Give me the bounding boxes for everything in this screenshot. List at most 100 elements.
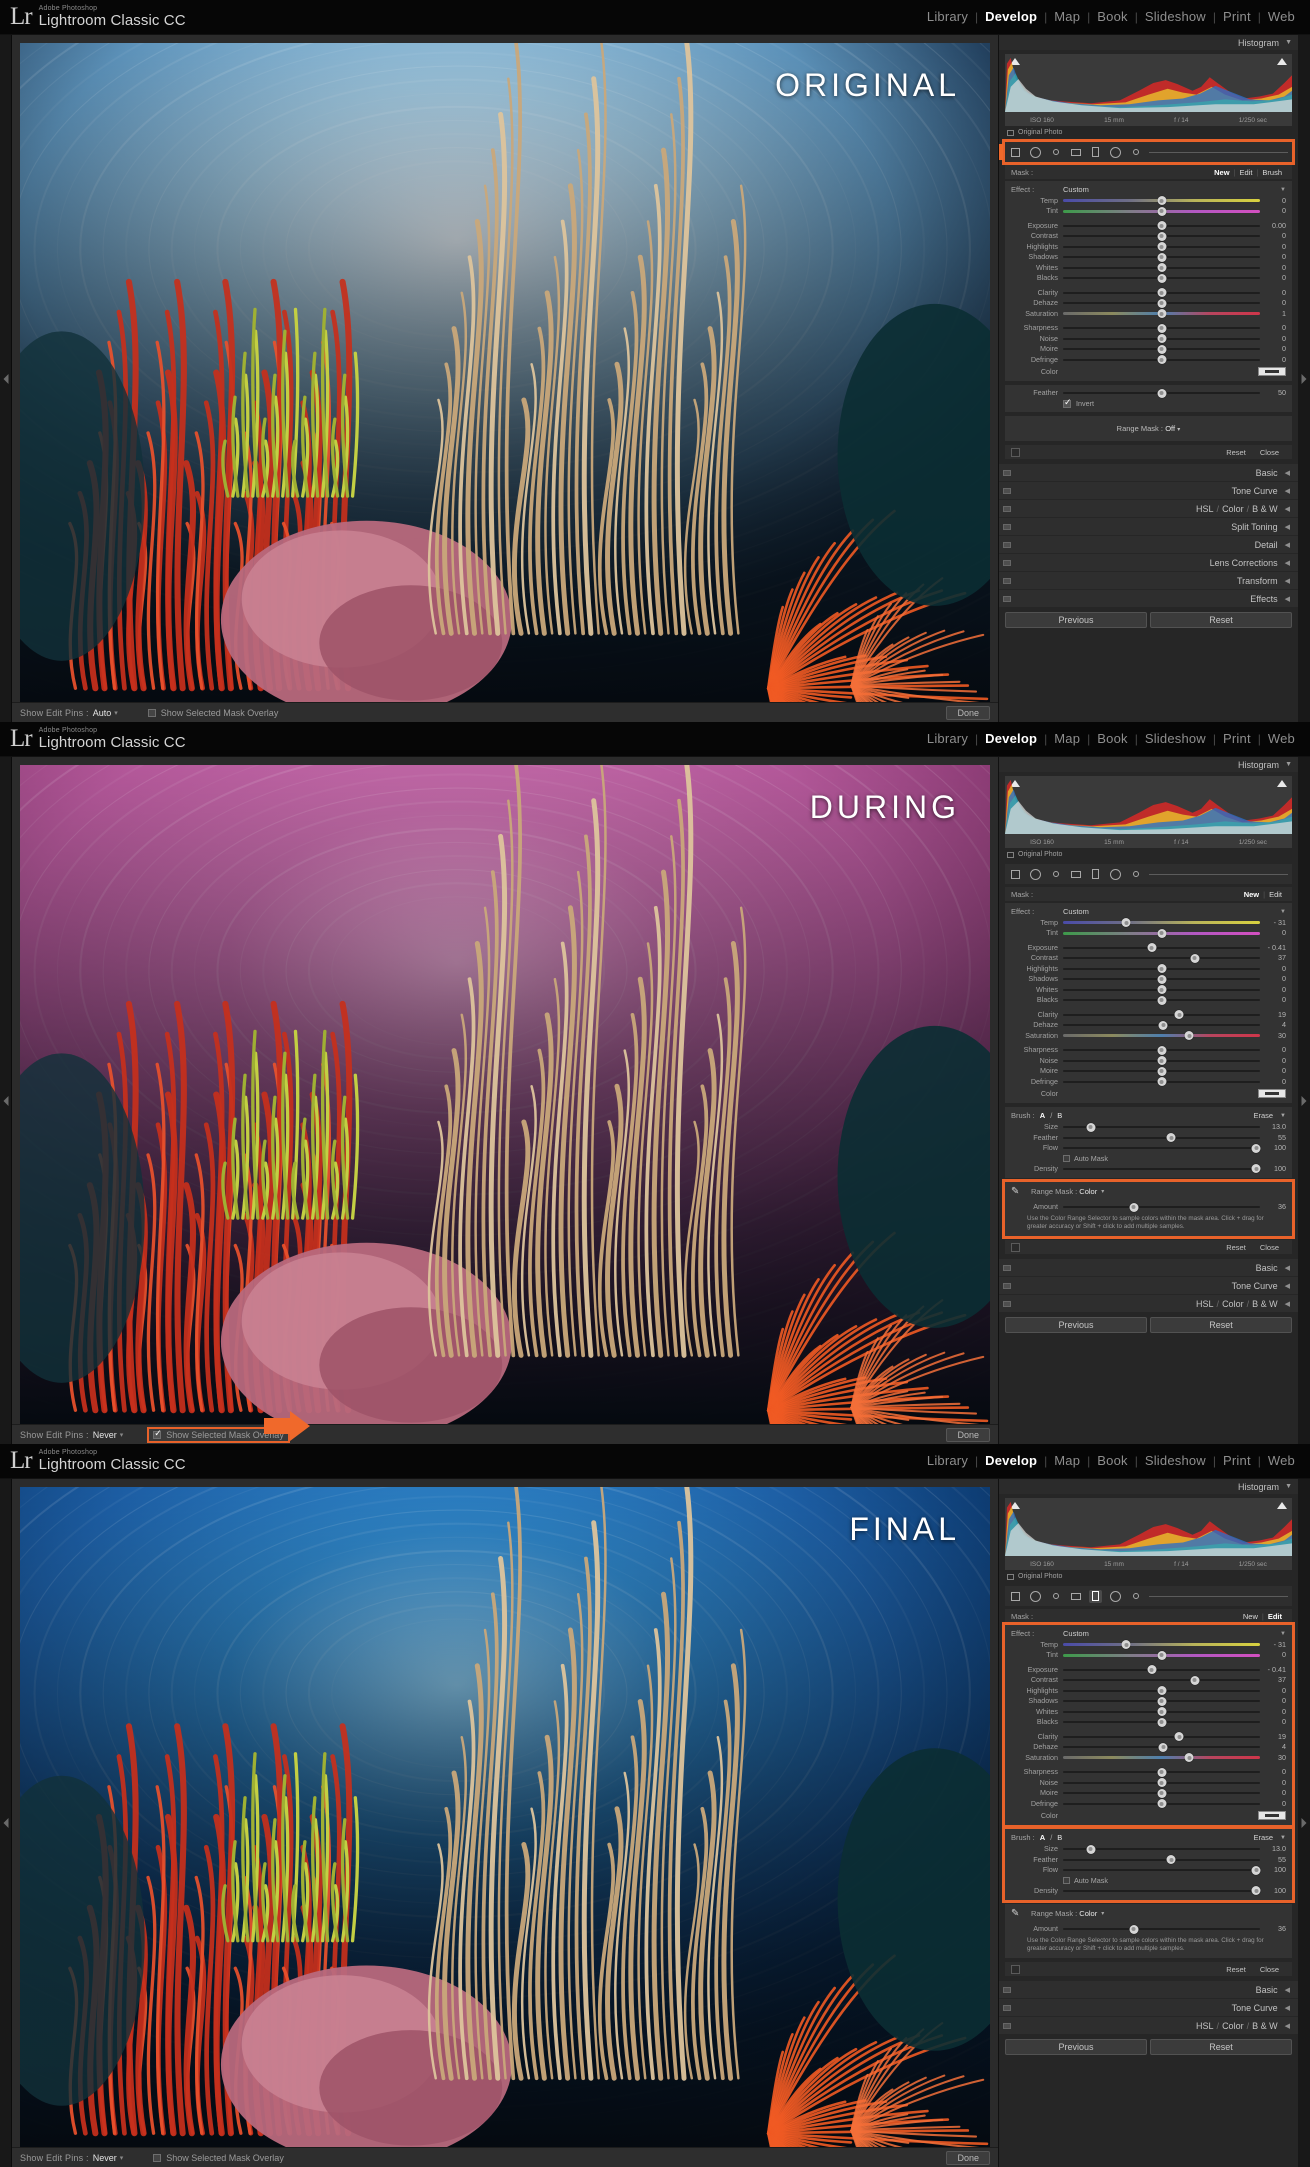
reset-button[interactable]: Reset xyxy=(1219,1965,1253,1974)
slider-track[interactable] xyxy=(1063,344,1260,354)
invert-checkbox[interactable] xyxy=(1063,397,1072,408)
photo-container[interactable]: DURING xyxy=(20,765,990,1424)
slider-knob[interactable] xyxy=(1157,1686,1166,1696)
graduated-filter-icon[interactable] xyxy=(1069,146,1082,159)
slider-track[interactable] xyxy=(1063,995,1260,1005)
range-mask-amount-slider[interactable]: Amount 36 xyxy=(1005,1924,1292,1935)
slider-shadows[interactable]: Shadows 0 xyxy=(1005,252,1292,263)
slider-knob[interactable] xyxy=(1157,1056,1166,1066)
left-panel-toggle[interactable] xyxy=(0,757,12,1444)
slider-temp[interactable]: Temp - 31 xyxy=(1005,1639,1292,1650)
slider-track[interactable] xyxy=(1063,287,1260,298)
slider-knob[interactable] xyxy=(1129,1924,1139,1934)
accordion-row-split-toning[interactable]: Split Toning ◀ xyxy=(999,518,1298,535)
brush-slider-knob[interactable] xyxy=(1086,1122,1096,1132)
slider-knob[interactable] xyxy=(1190,1675,1200,1685)
photo-container[interactable]: FINAL xyxy=(20,1487,990,2147)
brush-erase[interactable]: Erase xyxy=(1253,1833,1273,1842)
crop-tool-icon[interactable] xyxy=(1009,1590,1022,1603)
slider-knob[interactable] xyxy=(1157,964,1166,974)
slider-sharpness[interactable]: Sharpness 0 xyxy=(1005,1767,1292,1778)
slider-noise[interactable]: Noise 0 xyxy=(1005,1777,1292,1788)
slider-knob[interactable] xyxy=(1184,1031,1194,1041)
slider-defringe[interactable]: Defringe 0 xyxy=(1005,1798,1292,1809)
slider-highlights[interactable]: Highlights 0 xyxy=(1005,963,1292,974)
slider-knob[interactable] xyxy=(1157,1696,1166,1706)
slider-temp[interactable]: Temp 0 xyxy=(1005,195,1292,206)
brush-slider-knob[interactable] xyxy=(1251,1164,1261,1174)
brush-slider-track[interactable] xyxy=(1063,1132,1260,1143)
previous-button[interactable]: Previous xyxy=(1005,1317,1147,1333)
brush-slider-density[interactable]: Density 100 xyxy=(1005,1885,1292,1896)
brush-slider-track[interactable] xyxy=(1063,1885,1261,1896)
mask-preview-icon[interactable] xyxy=(1011,447,1020,457)
slider-knob[interactable] xyxy=(1129,1202,1139,1212)
color-swatch[interactable] xyxy=(1258,366,1286,376)
slider-track[interactable] xyxy=(1063,1020,1260,1030)
panel-switch-icon[interactable] xyxy=(1003,1300,1011,1307)
slider-knob[interactable] xyxy=(1157,273,1166,283)
histogram-graph[interactable]: ISO 160 15 mm f / 14 1/250 sec xyxy=(1005,1498,1292,1570)
right-panel-toggle[interactable] xyxy=(1298,35,1310,722)
slider-track[interactable] xyxy=(1063,308,1260,319)
slider-whites[interactable]: Whites 0 xyxy=(1005,262,1292,273)
range-mask-amount-slider[interactable]: Amount 36 xyxy=(1005,1202,1292,1213)
slider-track[interactable] xyxy=(1063,953,1260,963)
histogram-graph[interactable]: ISO 160 15 mm f / 14 1/250 sec xyxy=(1005,54,1292,126)
accordion-row-lens-corrections[interactable]: Lens Corrections ◀ xyxy=(999,554,1298,571)
slider-track[interactable] xyxy=(1063,388,1260,398)
panel-switch-icon[interactable] xyxy=(1003,2022,1011,2029)
graduated-filter-icon[interactable] xyxy=(1069,868,1082,881)
slider-blacks[interactable]: Blacks 0 xyxy=(1005,995,1292,1006)
accordion-row-basic[interactable]: Basic ◀ xyxy=(999,1981,1298,1998)
accordion-segment[interactable]: B & W xyxy=(1252,2021,1278,2031)
radial-filter-icon[interactable] xyxy=(1089,868,1102,881)
brush-slider-knob[interactable] xyxy=(1251,1865,1261,1875)
slider-knob[interactable] xyxy=(1157,288,1166,298)
slider-knob[interactable] xyxy=(1157,928,1166,938)
slider-clarity[interactable]: Clarity 19 xyxy=(1005,1731,1292,1742)
red-eye-tool-icon[interactable] xyxy=(1049,1590,1062,1603)
mask-overlay-toggle[interactable]: Show Selected Mask Overlay xyxy=(149,2152,288,2164)
accordion-row-hsl-color-b-w[interactable]: HSL / Color / B & W ◀ xyxy=(999,1295,1298,1312)
slider-saturation[interactable]: Saturation 30 xyxy=(1005,1752,1292,1763)
chevron-down-icon[interactable]: ▾ xyxy=(120,2154,124,2162)
nav-item-web[interactable]: Web xyxy=(1261,1453,1302,1468)
slider-knob[interactable] xyxy=(1157,1077,1166,1087)
slider-track[interactable] xyxy=(1063,984,1260,995)
slider-knob[interactable] xyxy=(1157,263,1166,273)
accordion-segment[interactable]: Color xyxy=(1222,2021,1244,2031)
brush-slider-track[interactable] xyxy=(1063,1844,1260,1854)
slider-track[interactable] xyxy=(1063,354,1260,365)
slider-knob[interactable] xyxy=(1157,1045,1166,1055)
slider-defringe[interactable]: Defringe 0 xyxy=(1005,354,1292,365)
slider-knob[interactable] xyxy=(1157,1788,1166,1798)
brush-slider-track[interactable] xyxy=(1063,1854,1260,1865)
slider-knob[interactable] xyxy=(1157,252,1166,262)
mask-preview-icon[interactable] xyxy=(1011,1242,1020,1252)
slider-track[interactable] xyxy=(1063,1752,1260,1763)
nav-item-library[interactable]: Library xyxy=(920,1453,975,1468)
chevron-down-icon[interactable]: ▾ xyxy=(114,709,118,717)
slider-knob[interactable] xyxy=(1157,344,1166,354)
slider-highlights[interactable]: Highlights 0 xyxy=(1005,1685,1292,1696)
slider-track[interactable] xyxy=(1063,323,1260,333)
range-mask-value[interactable]: Off xyxy=(1165,424,1175,433)
nav-item-print[interactable]: Print xyxy=(1216,9,1258,24)
nav-item-print[interactable]: Print xyxy=(1216,731,1258,746)
tool-strip[interactable] xyxy=(1005,864,1292,884)
accordion-row-tone-curve[interactable]: Tone Curve ◀ xyxy=(999,482,1298,499)
nav-item-develop[interactable]: Develop xyxy=(978,9,1044,24)
slider-knob[interactable] xyxy=(1157,231,1166,241)
auto-mask-checkbox[interactable] xyxy=(1063,1877,1070,1884)
slider-track[interactable] xyxy=(1063,195,1260,206)
panel-switch-icon[interactable] xyxy=(1003,595,1011,602)
slider-knob[interactable] xyxy=(1157,995,1166,1005)
accordion-row-tone-curve[interactable]: Tone Curve ◀ xyxy=(999,1277,1298,1294)
panel-switch-icon[interactable] xyxy=(1003,1282,1011,1289)
slider-knob[interactable] xyxy=(1147,1665,1157,1675)
slider-track[interactable] xyxy=(1063,231,1260,241)
slider-knob[interactable] xyxy=(1158,1742,1168,1752)
slider-dehaze[interactable]: Dehaze 4 xyxy=(1005,1742,1292,1753)
slider-knob[interactable] xyxy=(1157,334,1166,344)
